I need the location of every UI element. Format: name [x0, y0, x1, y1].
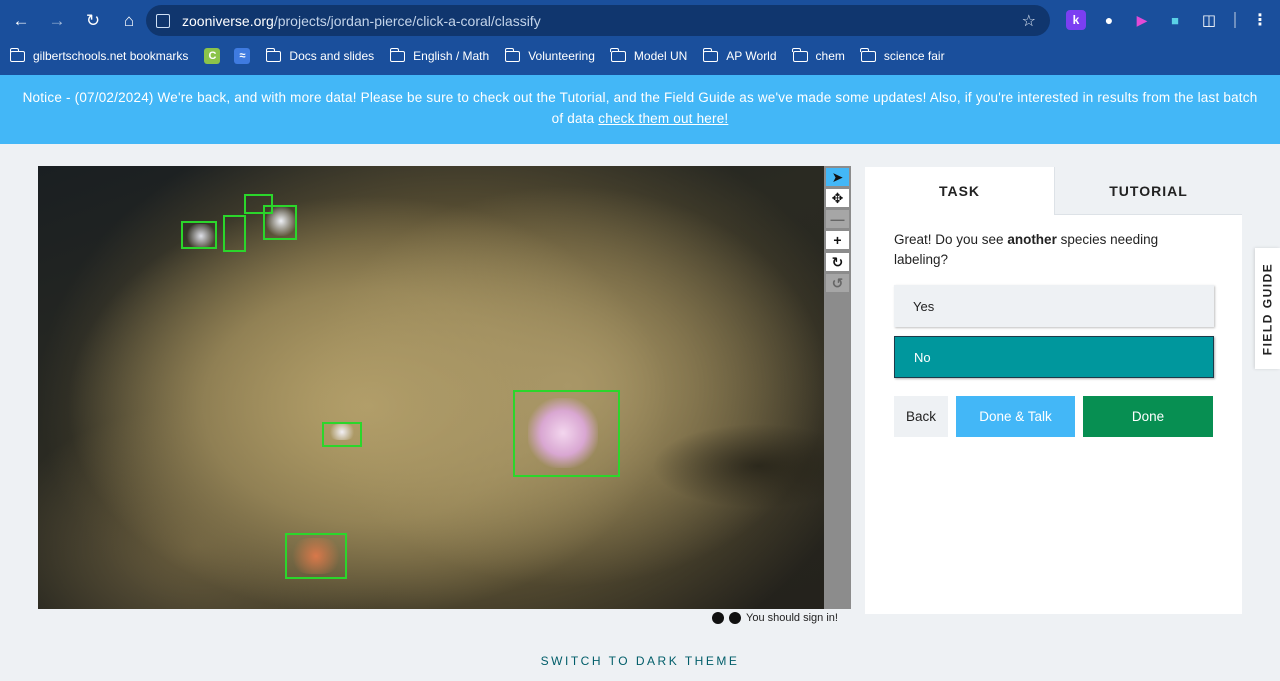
viewer-footer: You should sign in!	[712, 612, 838, 624]
bookmark-gilbertschools[interactable]: gilbertschools.net bookmarks	[9, 47, 189, 63]
annotation-box[interactable]	[513, 390, 620, 477]
star-icon[interactable]: ☆	[1022, 11, 1036, 31]
url-path: /projects/jordan-pierce/click-a-coral/cl…	[273, 12, 541, 29]
managed-folder-icon	[9, 47, 25, 62]
bookmark-c[interactable]: C	[204, 48, 221, 64]
annotation-box[interactable]	[285, 533, 347, 579]
reload-icon[interactable]: ↻	[76, 4, 110, 38]
question-emphasis: another	[1007, 232, 1057, 247]
penguin-extension-icon[interactable]: ●	[1099, 10, 1119, 30]
answer-no[interactable]: No	[894, 336, 1214, 378]
dark-theme-toggle[interactable]: SWITCH TO DARK THEME	[0, 654, 1280, 668]
back-icon[interactable]: ←	[4, 4, 38, 38]
folder-icon	[265, 47, 282, 62]
answer-yes[interactable]: Yes	[894, 285, 1214, 327]
notice-results-link[interactable]: check them out here!	[598, 111, 728, 126]
bookmark-label: science fair	[883, 49, 945, 63]
bookmark-volunteering[interactable]: Volunteering	[504, 47, 595, 63]
folder-icon	[792, 47, 808, 62]
bookmark-model-un[interactable]: Model UN	[610, 47, 688, 63]
folder-icon	[860, 47, 876, 62]
folder-icon	[610, 47, 626, 62]
annotation-box[interactable]	[223, 215, 246, 252]
c-favicon: C	[204, 48, 221, 64]
task-tabs: TASK TUTORIAL	[865, 167, 1242, 215]
bookmark-label: Volunteering	[528, 49, 595, 63]
video-extension-icon[interactable]: ▶	[1132, 10, 1152, 30]
bookmark-label: gilbertschools.net bookmarks	[33, 49, 189, 63]
browser-chrome: ← → ↻ ⌂ zooniverse.org/projects/jordan-p…	[0, 0, 1280, 75]
folder-icon	[389, 47, 406, 62]
url-text[interactable]: zooniverse.org/projects/jordan-pierce/cl…	[182, 13, 541, 29]
notice-banner: Notice - (07/02/2024) We're back, and wi…	[0, 75, 1280, 144]
bookmark-chem[interactable]: chem	[792, 47, 845, 63]
question-text: Great! Do you see	[894, 232, 1008, 247]
bookmark-ap-world[interactable]: AP World	[702, 47, 777, 63]
app-extension-icon[interactable]: ■	[1165, 10, 1185, 30]
annotation-box[interactable]	[322, 422, 362, 447]
annotation-box[interactable]	[263, 205, 297, 240]
bookmark-site[interactable]: ≈	[234, 48, 251, 64]
bookmark-science-fair[interactable]: science fair	[860, 47, 945, 63]
coral-reef-photo	[38, 166, 824, 609]
back-button[interactable]: Back	[894, 396, 948, 437]
task-question: Great! Do you see another species needin…	[894, 230, 1204, 270]
viewer-toolbar: ➤ ✥ — + ↻ ↺	[824, 166, 851, 609]
field-guide-label: FIELD GUIDE	[1260, 262, 1275, 355]
bookmark-label: Docs and slides	[289, 49, 375, 63]
browser-toolbar: ← → ↻ ⌂ zooniverse.org/projects/jordan-p…	[0, 0, 1280, 41]
rotate-icon[interactable]: ↻	[826, 253, 849, 271]
invert-icon[interactable]	[712, 612, 724, 624]
site-info-icon[interactable]	[156, 13, 170, 28]
address-bar[interactable]: zooniverse.org/projects/jordan-pierce/cl…	[146, 5, 1050, 36]
field-guide-tab[interactable]: FIELD GUIDE	[1255, 248, 1280, 369]
tab-tutorial[interactable]: TUTORIAL	[1054, 167, 1242, 215]
extensions-icon[interactable]: ◫	[1199, 10, 1219, 30]
url-host: zooniverse.org	[182, 12, 274, 29]
done-button[interactable]: Done	[1083, 396, 1213, 437]
forward-icon[interactable]: →	[40, 4, 74, 38]
zoom-out-icon[interactable]: —	[826, 210, 849, 228]
bookmark-label: AP World	[726, 49, 777, 63]
k-extension-icon[interactable]: k	[1066, 10, 1086, 30]
annotation-box[interactable]	[181, 221, 217, 249]
site-favicon: ≈	[234, 48, 251, 64]
move-icon[interactable]: ✥	[826, 189, 849, 207]
reset-icon[interactable]: ↺	[826, 274, 849, 292]
menu-icon[interactable]: ⋮	[1250, 10, 1270, 30]
bookmark-english-math[interactable]: English / Math	[389, 47, 490, 63]
bookmark-docs-and-slides[interactable]: Docs and slides	[265, 47, 375, 63]
subject-image[interactable]	[38, 166, 824, 609]
home-icon[interactable]: ⌂	[112, 4, 146, 38]
tab-task[interactable]: TASK	[865, 167, 1054, 215]
sign-in-prompt[interactable]: You should sign in!	[746, 612, 838, 624]
done-and-talk-button[interactable]: Done & Talk	[956, 396, 1075, 437]
pointer-icon[interactable]: ➤	[826, 168, 849, 186]
task-panel: TASK TUTORIAL Great! Do you see another …	[865, 167, 1242, 614]
bookmarks-bar: gilbertschools.net bookmarks C ≈ Docs an…	[0, 41, 1280, 71]
info-icon[interactable]	[729, 612, 741, 624]
folder-icon	[504, 47, 521, 62]
toolbar-divider	[1234, 12, 1236, 28]
bookmark-label: chem	[815, 49, 845, 63]
zoom-in-icon[interactable]: +	[826, 231, 849, 249]
bookmark-label: Model UN	[633, 49, 688, 63]
bookmark-label: English / Math	[413, 49, 490, 63]
folder-icon	[702, 47, 719, 62]
